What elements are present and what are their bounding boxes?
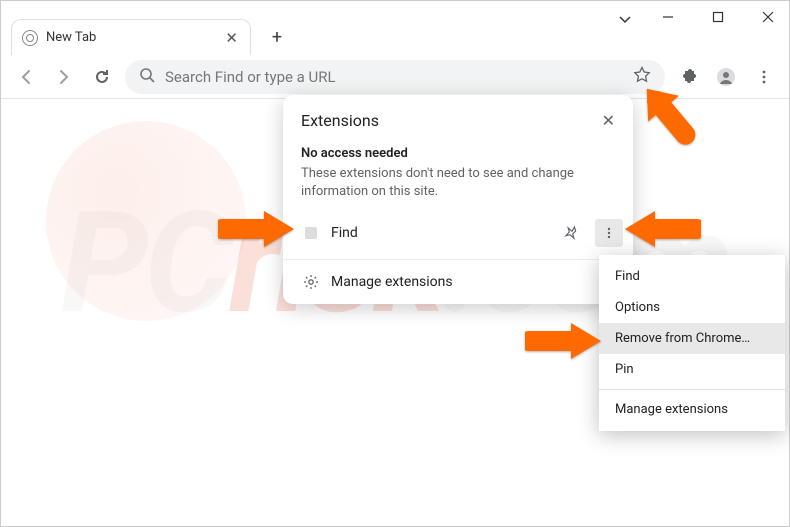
extension-more-button[interactable] (595, 219, 623, 247)
extension-favicon-icon (301, 223, 321, 243)
profile-button[interactable] (711, 62, 741, 92)
omnibox-placeholder: Search Find or type a URL (165, 68, 623, 86)
extensions-popup-title: Extensions (301, 111, 379, 130)
no-access-description: These extensions don't need to see and c… (283, 165, 633, 211)
manage-extensions-row[interactable]: Manage extensions (283, 264, 633, 300)
submenu-item-manage[interactable]: Manage extensions (599, 394, 785, 425)
extension-context-menu: Find Options Remove from Chrome… Pin Man… (599, 255, 785, 431)
watermark-pc: PC (61, 182, 229, 346)
arrow-to-find-extension (218, 201, 298, 257)
back-button[interactable] (11, 62, 41, 92)
address-bar[interactable]: Search Find or type a URL (125, 60, 665, 94)
reload-button[interactable] (87, 62, 117, 92)
menu-button[interactable] (749, 62, 779, 92)
extension-name: Find (331, 225, 547, 241)
tab-strip: New Tab ✕ + (11, 19, 779, 55)
search-icon (139, 67, 155, 87)
gear-icon (301, 272, 321, 292)
tab-favicon-icon (22, 30, 38, 46)
manage-extensions-label: Manage extensions (331, 274, 623, 290)
arrow-to-more-button (621, 201, 701, 257)
no-access-title: No access needed (283, 136, 633, 165)
pin-button[interactable] (557, 219, 585, 247)
extension-row-find[interactable]: Find (283, 211, 633, 255)
forward-button[interactable] (49, 62, 79, 92)
separator (283, 259, 633, 260)
extensions-popup: Extensions ✕ No access needed These exte… (283, 95, 633, 304)
watermark-circle (46, 121, 246, 321)
extensions-popup-close-button[interactable]: ✕ (602, 111, 615, 130)
submenu-item-remove[interactable]: Remove from Chrome… (599, 323, 785, 354)
submenu-item-options[interactable]: Options (599, 292, 785, 323)
arrow-to-extensions-button (633, 79, 703, 149)
tab-close-button[interactable]: ✕ (225, 29, 238, 47)
submenu-item-find[interactable]: Find (599, 261, 785, 292)
browser-tab[interactable]: New Tab ✕ (11, 19, 251, 55)
new-tab-button[interactable]: + (263, 23, 291, 51)
tab-title: New Tab (46, 30, 217, 45)
submenu-separator (599, 389, 785, 390)
submenu-item-pin[interactable]: Pin (599, 354, 785, 385)
arrow-to-remove-option (525, 313, 605, 369)
